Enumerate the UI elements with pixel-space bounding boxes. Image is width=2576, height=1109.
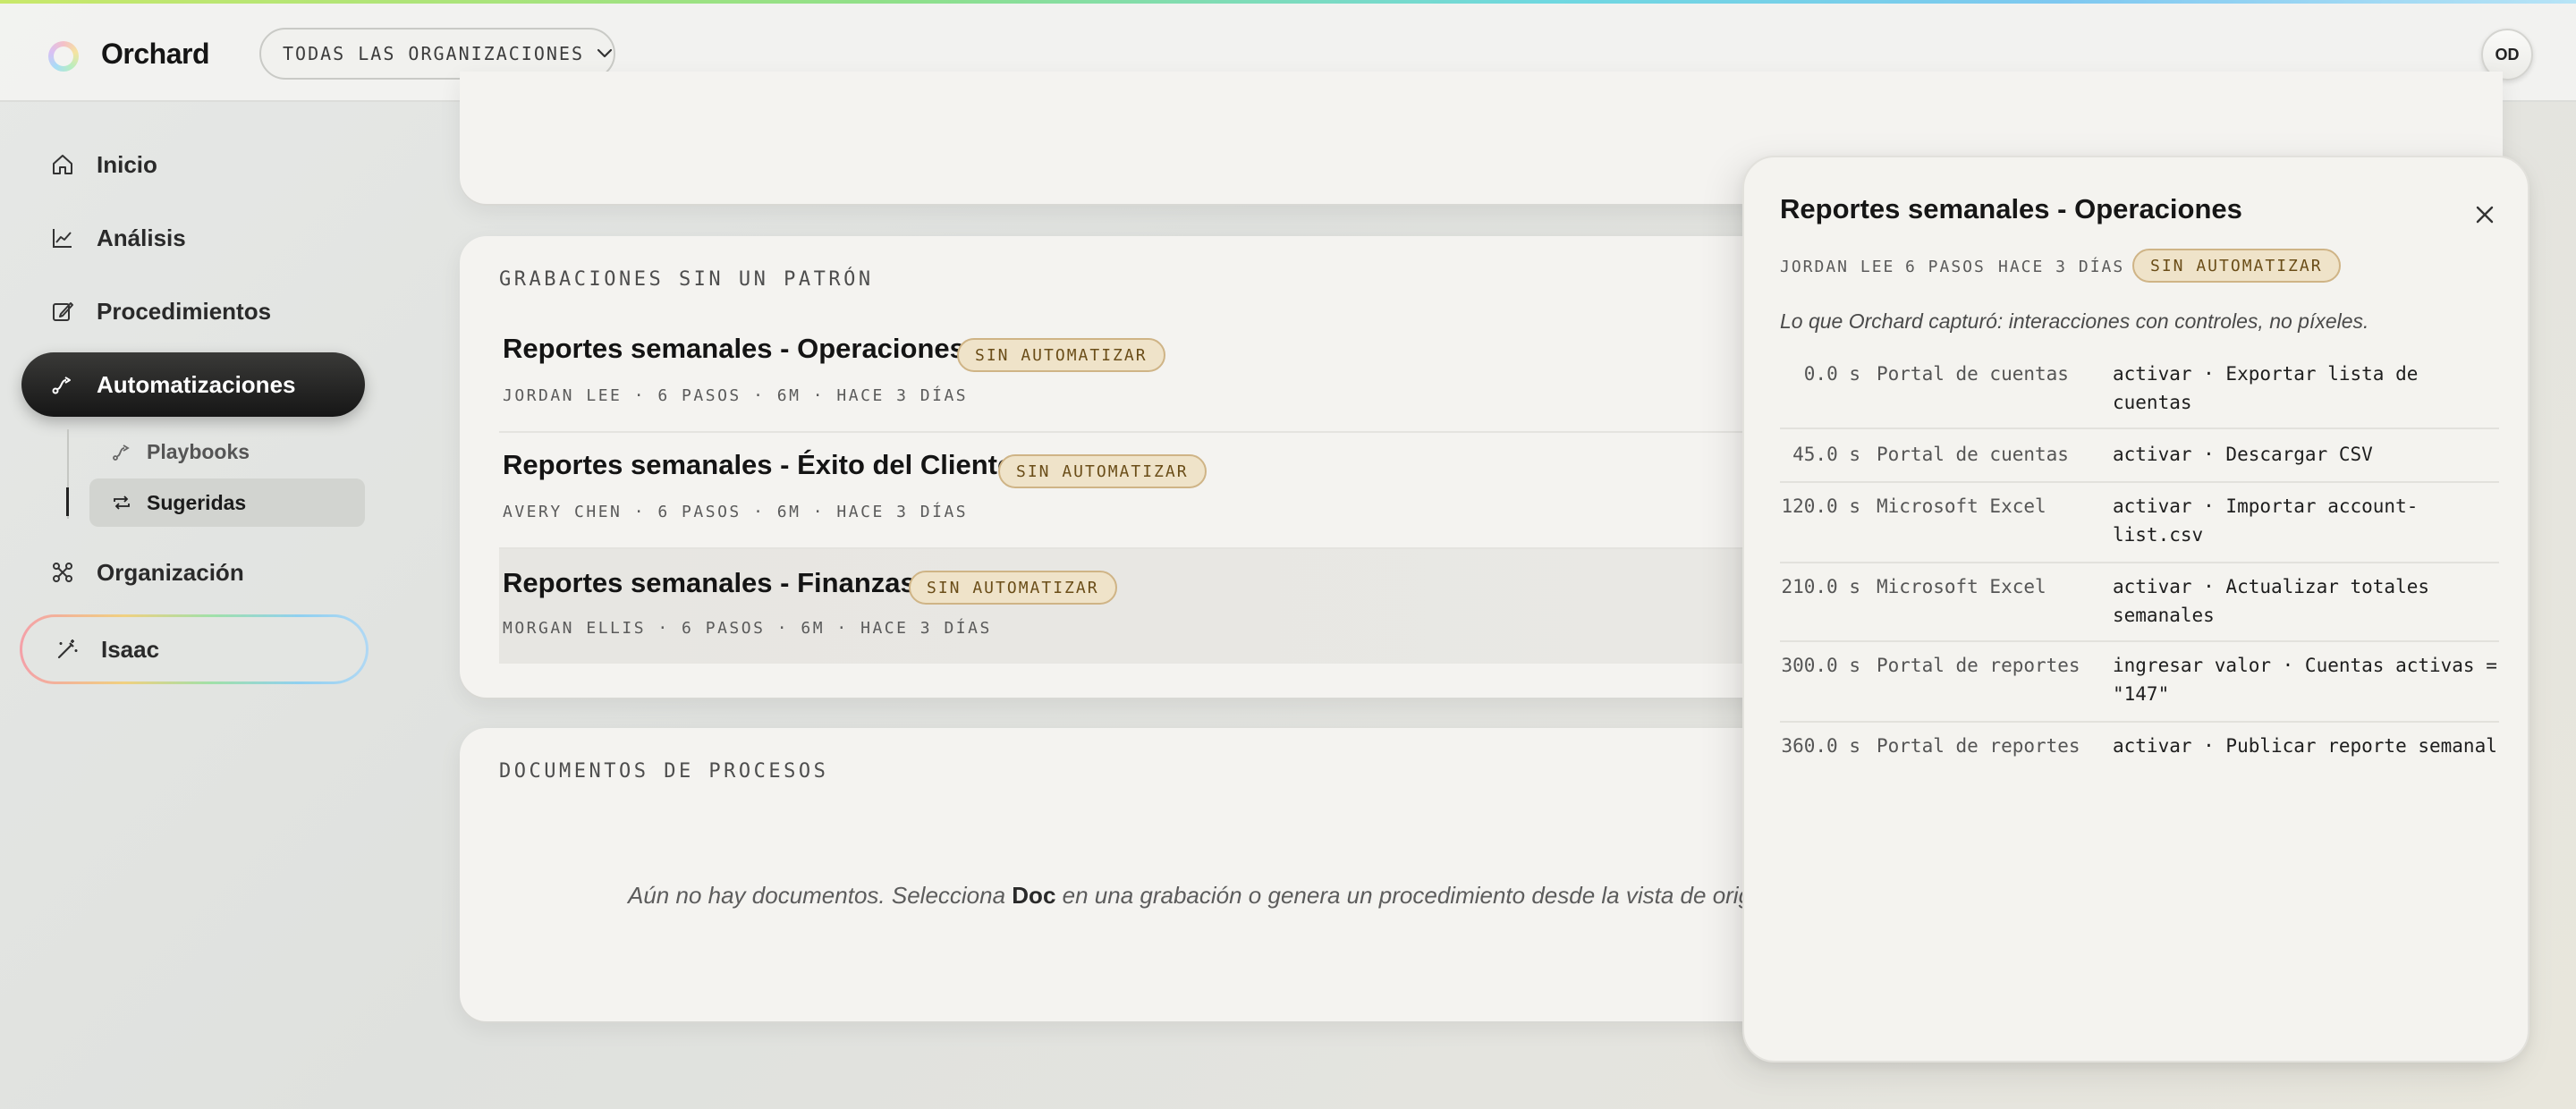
repeat-icon — [114, 495, 130, 510]
playbook-icon — [113, 444, 130, 461]
sidebar-item-organizacion[interactable]: Organización — [21, 540, 365, 605]
panel-author: JORDAN LEE — [1780, 258, 1895, 276]
event-action: activar · Exportar lista de cuentas — [2113, 363, 2419, 413]
status-badge: SIN AUTOMATIZAR — [909, 571, 1117, 605]
event-app: Portal de reportes — [1877, 735, 2080, 757]
panel-title: Reportes semanales - Operaciones — [1780, 193, 2242, 224]
sidebar-item-label: Organización — [97, 558, 244, 586]
event-row: 0.0 s Portal de cuentas activar · Export… — [1780, 363, 2499, 420]
automation-icon — [52, 377, 71, 394]
documents-empty-message: Aún no hay documentos. Selecciona Doc en… — [628, 882, 1784, 910]
empty-message-suffix: en una grabación o genera un procedimien… — [1055, 882, 1784, 909]
sidebar-item-label: Procedimientos — [97, 297, 272, 325]
magic-wand-icon — [57, 639, 78, 659]
event-time: 45.0 s — [1792, 444, 1860, 465]
sidebar-subitem-label: Sugeridas — [147, 490, 247, 514]
panel-when: HACE 3 DÍAS — [1998, 258, 2125, 276]
chevron-down-icon — [597, 48, 613, 58]
event-time: 210.0 s — [1781, 576, 1860, 597]
sidebar-item-label: Automatizaciones — [97, 370, 296, 398]
panel-steps: 6 PASOS — [1905, 258, 1986, 276]
event-action: ingresar valor · Cuentas activas = "147" — [2113, 655, 2497, 705]
recording-row[interactable]: Reportes semanales - Operaciones SIN AUT… — [499, 315, 1742, 429]
event-time: 0.0 s — [1803, 363, 1860, 385]
event-action: activar · Actualizar totales semanales — [2113, 576, 2430, 626]
sidebar-item-label: Isaac — [101, 635, 160, 663]
recording-title: Reportes semanales - Finanzas — [503, 567, 916, 598]
event-action: activar · Publicar reporte semanal — [2113, 735, 2497, 757]
recording-title: Reportes semanales - Operaciones — [503, 333, 965, 364]
documents-section-label: DOCUMENTOS DE PROCESOS — [499, 760, 829, 783]
event-app: Portal de reportes — [1877, 655, 2080, 676]
recording-row[interactable]: Reportes semanales - Éxito del Cliente S… — [499, 431, 1742, 546]
sidebar-subitem-playbooks[interactable]: Playbooks — [89, 428, 365, 476]
panel-caption: Lo que Orchard capturó: interacciones co… — [1780, 309, 2369, 333]
sidebar-item-procedimientos[interactable]: Procedimientos — [21, 279, 365, 343]
event-divider — [1780, 640, 2499, 642]
recording-row[interactable]: Reportes semanales - Finanzas SIN AUTOMA… — [499, 549, 1742, 664]
recording-detail-panel: Reportes semanales - Operaciones JORDAN … — [1742, 156, 2529, 1062]
orchard-logo-icon — [48, 41, 79, 72]
sidebar-subitem-label: Playbooks — [147, 439, 250, 463]
event-divider — [1780, 562, 2499, 563]
sidebar-item-analisis[interactable]: Análisis — [21, 206, 365, 270]
event-row: 120.0 s Microsoft Excel activar · Import… — [1780, 495, 2499, 553]
event-row: 210.0 s Microsoft Excel activar · Actual… — [1780, 576, 2499, 633]
sidebar-item-label: Análisis — [97, 224, 186, 251]
status-badge: SIN AUTOMATIZAR — [998, 454, 1207, 488]
status-badge: SIN AUTOMATIZAR — [2132, 249, 2341, 283]
event-app: Portal de cuentas — [1877, 444, 2069, 465]
event-row: 45.0 s Portal de cuentas activar · Desca… — [1780, 444, 2499, 472]
recording-meta: MORGAN ELLIS · 6 PASOS · 6M · HACE 3 DÍA… — [503, 619, 992, 638]
recordings-section-label: GRABACIONES SIN UN PATRÓN — [499, 268, 874, 291]
event-time: 360.0 s — [1781, 735, 1860, 757]
isaac-button-inner: Isaac — [22, 617, 366, 681]
event-app: Microsoft Excel — [1877, 495, 2046, 517]
recording-title: Reportes semanales - Éxito del Cliente — [503, 449, 1013, 480]
submenu-active-indicator — [66, 487, 69, 516]
close-button[interactable] — [2467, 197, 2503, 233]
event-row: 300.0 s Portal de reportes ingresar valo… — [1780, 655, 2499, 712]
event-time: 300.0 s — [1781, 655, 1860, 676]
event-divider — [1780, 481, 2499, 483]
sidebar-subitem-sugeridas[interactable]: Sugeridas — [89, 478, 365, 527]
event-divider — [1780, 428, 2499, 429]
recording-meta: JORDAN LEE · 6 PASOS · 6M · HACE 3 DÍAS — [503, 386, 969, 405]
empty-message-prefix: Aún no hay documentos. Selecciona — [628, 882, 1013, 909]
event-app: Portal de cuentas — [1877, 363, 2069, 385]
organization-selector-label: TODAS LAS ORGANIZACIONES — [283, 43, 584, 64]
event-time: 120.0 s — [1781, 495, 1860, 517]
chart-icon — [53, 229, 72, 248]
recording-meta: AVERY CHEN · 6 PASOS · 6M · HACE 3 DÍAS — [503, 503, 969, 521]
close-icon — [2476, 206, 2494, 224]
home-icon — [53, 155, 72, 174]
sidebar-item-automatizaciones[interactable]: Automatizaciones — [21, 352, 365, 417]
event-divider — [1780, 721, 2499, 723]
event-app: Microsoft Excel — [1877, 576, 2046, 597]
empty-message-doc: Doc — [1012, 882, 1056, 909]
brand-name: Orchard — [101, 38, 209, 70]
event-action: activar · Importar account-list.csv — [2113, 495, 2419, 546]
event-action: activar · Descargar CSV — [2113, 444, 2373, 465]
status-badge: SIN AUTOMATIZAR — [957, 338, 1165, 372]
sidebar-item-inicio[interactable]: Inicio — [21, 132, 365, 197]
sidebar-item-isaac[interactable]: Isaac — [20, 614, 369, 684]
sidebar-item-label: Inicio — [97, 150, 157, 178]
edit-icon — [53, 302, 73, 321]
event-row: 360.0 s Portal de reportes activar · Pub… — [1780, 735, 2499, 792]
org-icon — [53, 563, 72, 582]
top-accent-line — [0, 0, 2576, 4]
